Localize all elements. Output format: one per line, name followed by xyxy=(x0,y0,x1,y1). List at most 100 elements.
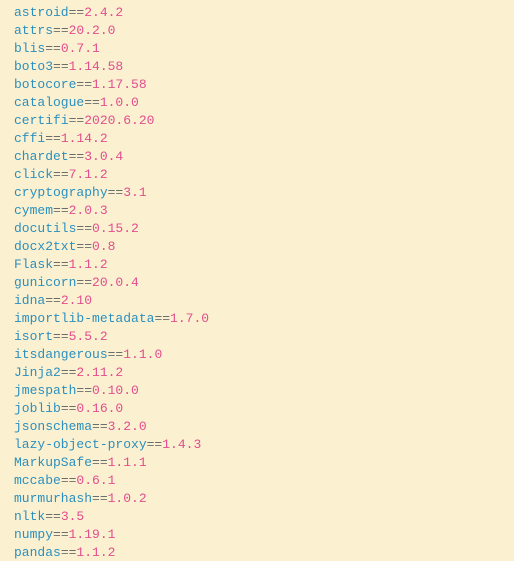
package-name: attrs xyxy=(14,23,53,38)
version-operator: == xyxy=(61,401,77,416)
requirement-line: Flask==1.1.2 xyxy=(14,256,514,274)
version-number: 0.10.0 xyxy=(92,383,139,398)
package-name: certifi xyxy=(14,113,69,128)
version-number: 1.14.58 xyxy=(69,59,124,74)
version-operator: == xyxy=(76,77,92,92)
version-operator: == xyxy=(53,527,69,542)
version-number: 0.8 xyxy=(92,239,115,254)
version-number: 0.7.1 xyxy=(61,41,100,56)
requirement-line: itsdangerous==1.1.0 xyxy=(14,346,514,364)
version-operator: == xyxy=(76,239,92,254)
version-operator: == xyxy=(92,455,108,470)
version-operator: == xyxy=(69,5,85,20)
version-number: 1.7.0 xyxy=(170,311,209,326)
package-name: joblib xyxy=(14,401,61,416)
version-number: 1.4.3 xyxy=(162,437,201,452)
version-number: 5.5.2 xyxy=(69,329,108,344)
requirement-line: boto3==1.14.58 xyxy=(14,58,514,76)
requirement-line: astroid==2.4.2 xyxy=(14,4,514,22)
package-name: importlib-metadata xyxy=(14,311,154,326)
requirement-line: docutils==0.15.2 xyxy=(14,220,514,238)
requirement-line: cffi==1.14.2 xyxy=(14,130,514,148)
requirement-line: pandas==1.1.2 xyxy=(14,544,514,561)
package-name: cryptography xyxy=(14,185,108,200)
version-number: 7.1.2 xyxy=(69,167,108,182)
version-number: 20.2.0 xyxy=(69,23,116,38)
package-name: Flask xyxy=(14,257,53,272)
version-operator: == xyxy=(45,41,61,56)
version-number: 3.0.4 xyxy=(84,149,123,164)
requirement-line: click==7.1.2 xyxy=(14,166,514,184)
version-number: 1.1.1 xyxy=(108,455,147,470)
package-name: botocore xyxy=(14,77,76,92)
version-number: 1.0.2 xyxy=(108,491,147,506)
requirement-line: MarkupSafe==1.1.1 xyxy=(14,454,514,472)
version-operator: == xyxy=(84,95,100,110)
requirement-line: joblib==0.16.0 xyxy=(14,400,514,418)
version-operator: == xyxy=(108,185,124,200)
version-operator: == xyxy=(61,365,77,380)
package-name: jsonschema xyxy=(14,419,92,434)
requirement-line: cryptography==3.1 xyxy=(14,184,514,202)
requirement-line: mccabe==0.6.1 xyxy=(14,472,514,490)
requirement-line: importlib-metadata==1.7.0 xyxy=(14,310,514,328)
requirement-line: jmespath==0.10.0 xyxy=(14,382,514,400)
version-operator: == xyxy=(45,131,61,146)
requirement-line: isort==5.5.2 xyxy=(14,328,514,346)
version-operator: == xyxy=(147,437,163,452)
version-number: 1.1.0 xyxy=(123,347,162,362)
version-operator: == xyxy=(76,383,92,398)
version-number: 0.16.0 xyxy=(76,401,123,416)
package-name: numpy xyxy=(14,527,53,542)
version-number: 1.1.2 xyxy=(76,545,115,560)
version-operator: == xyxy=(53,23,69,38)
package-name: MarkupSafe xyxy=(14,455,92,470)
requirements-code-block: astroid==2.4.2attrs==20.2.0blis==0.7.1bo… xyxy=(14,4,514,561)
version-number: 2.4.2 xyxy=(84,5,123,20)
package-name: gunicorn xyxy=(14,275,76,290)
version-operator: == xyxy=(69,113,85,128)
package-name: blis xyxy=(14,41,45,56)
package-name: catalogue xyxy=(14,95,84,110)
package-name: murmurhash xyxy=(14,491,92,506)
package-name: click xyxy=(14,167,53,182)
version-number: 3.5 xyxy=(61,509,84,524)
requirement-line: jsonschema==3.2.0 xyxy=(14,418,514,436)
version-operator: == xyxy=(92,419,108,434)
version-operator: == xyxy=(76,275,92,290)
version-operator: == xyxy=(69,149,85,164)
package-name: idna xyxy=(14,293,45,308)
requirement-line: botocore==1.17.58 xyxy=(14,76,514,94)
package-name: boto3 xyxy=(14,59,53,74)
version-operator: == xyxy=(45,509,61,524)
version-operator: == xyxy=(53,59,69,74)
version-number: 2.11.2 xyxy=(76,365,123,380)
version-number: 20.0.4 xyxy=(92,275,139,290)
version-operator: == xyxy=(154,311,170,326)
requirement-line: certifi==2020.6.20 xyxy=(14,112,514,130)
version-operator: == xyxy=(92,491,108,506)
package-name: mccabe xyxy=(14,473,61,488)
version-number: 3.2.0 xyxy=(108,419,147,434)
package-name: lazy-object-proxy xyxy=(14,437,147,452)
version-number: 1.19.1 xyxy=(69,527,116,542)
package-name: astroid xyxy=(14,5,69,20)
requirement-line: Jinja2==2.11.2 xyxy=(14,364,514,382)
package-name: cffi xyxy=(14,131,45,146)
package-name: nltk xyxy=(14,509,45,524)
package-name: docutils xyxy=(14,221,76,236)
package-name: isort xyxy=(14,329,53,344)
version-operator: == xyxy=(61,545,77,560)
version-operator: == xyxy=(61,473,77,488)
requirement-line: docx2txt==0.8 xyxy=(14,238,514,256)
version-number: 0.6.1 xyxy=(76,473,115,488)
package-name: docx2txt xyxy=(14,239,76,254)
version-number: 2.0.3 xyxy=(69,203,108,218)
version-operator: == xyxy=(53,167,69,182)
version-number: 0.15.2 xyxy=(92,221,139,236)
version-operator: == xyxy=(53,203,69,218)
version-number: 1.17.58 xyxy=(92,77,147,92)
version-number: 2.10 xyxy=(61,293,92,308)
package-name: Jinja2 xyxy=(14,365,61,380)
requirement-line: chardet==3.0.4 xyxy=(14,148,514,166)
